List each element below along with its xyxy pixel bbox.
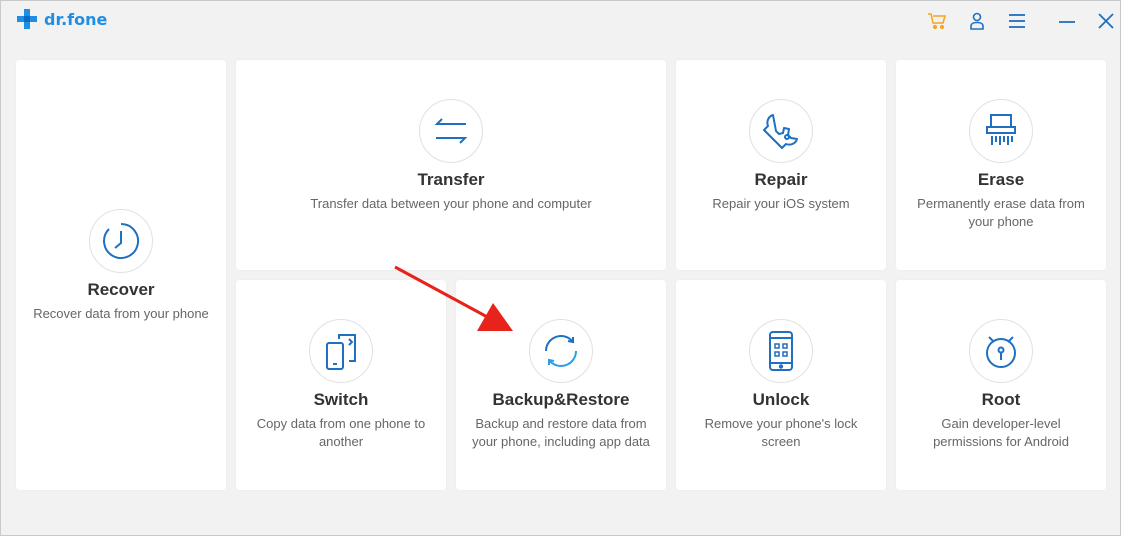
- transfer-desc: Transfer data between your phone and com…: [310, 196, 592, 211]
- root-desc: Gain developer-level permissions for And…: [933, 416, 1069, 449]
- repair-title: Repair: [754, 170, 808, 189]
- switch-card[interactable]: Switch Copy data from one phone to anoth…: [236, 280, 446, 490]
- backup-restore-title: Backup&Restore: [492, 390, 630, 409]
- sync-icon: [529, 319, 593, 383]
- repair-desc: Repair your iOS system: [712, 196, 850, 211]
- root-title: Root: [981, 390, 1021, 409]
- recover-desc: Recover data from your phone: [33, 306, 209, 321]
- transfer-arrows-icon: [419, 99, 483, 163]
- phone-lock-icon: [749, 319, 813, 383]
- wrench-icon: [749, 99, 813, 163]
- close-icon[interactable]: [1095, 10, 1117, 32]
- backup-restore-desc: Backup and restore data from your phone,…: [472, 416, 650, 449]
- shredder-icon: [969, 99, 1033, 163]
- minimize-icon[interactable]: [1056, 10, 1078, 32]
- transfer-title: Transfer: [417, 170, 485, 189]
- switch-desc: Copy data from one phone to another: [256, 416, 426, 449]
- logo-text: dr.fone: [44, 9, 108, 29]
- cart-icon[interactable]: [926, 10, 948, 32]
- recover-title: Recover: [87, 280, 155, 299]
- erase-desc: Permanently erase data from your phone: [917, 196, 1085, 229]
- unlock-card[interactable]: Unlock Remove your phone's lock screen: [676, 280, 886, 490]
- clock-icon: [89, 209, 153, 273]
- recover-card[interactable]: Recover Recover data from your phone: [16, 60, 226, 490]
- menu-icon[interactable]: [1006, 10, 1028, 32]
- plus-logo-icon: [17, 9, 37, 29]
- phone-switch-icon: [309, 319, 373, 383]
- unlock-title: Unlock: [752, 390, 810, 409]
- switch-title: Switch: [313, 390, 369, 409]
- app-window: dr.fone Recover Recover data from your p…: [0, 0, 1121, 536]
- unlock-desc: Remove your phone's lock screen: [704, 416, 858, 449]
- erase-card[interactable]: Erase Permanently erase data from your p…: [896, 60, 1106, 270]
- repair-card[interactable]: Repair Repair your iOS system: [676, 60, 886, 270]
- account-icon[interactable]: [966, 10, 988, 32]
- android-root-icon: [969, 319, 1033, 383]
- app-logo: dr.fone: [15, 7, 107, 31]
- erase-title: Erase: [977, 170, 1025, 189]
- backup-restore-card[interactable]: Backup&Restore Backup and restore data f…: [456, 280, 666, 490]
- root-card[interactable]: Root Gain developer-level permissions fo…: [896, 280, 1106, 490]
- transfer-card[interactable]: Transfer Transfer data between your phon…: [236, 60, 666, 270]
- title-bar: dr.fone: [1, 1, 1120, 41]
